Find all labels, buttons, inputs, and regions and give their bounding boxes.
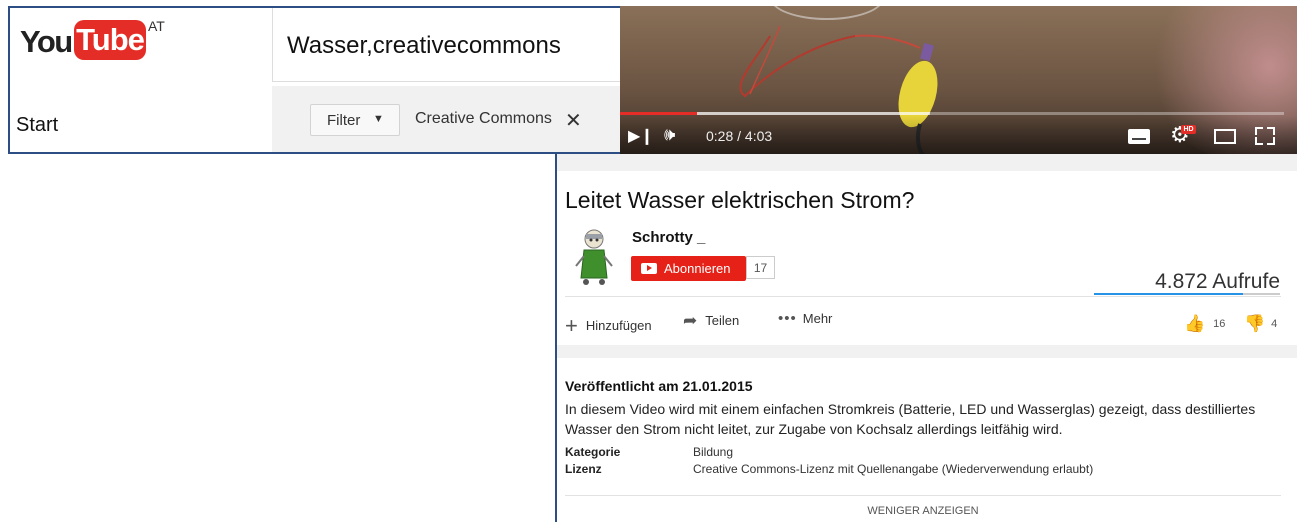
progress-played (620, 112, 697, 115)
published-date: Veröffentlicht am 21.01.2015 (565, 378, 753, 394)
dislike-button[interactable]: 👎 4 (1244, 312, 1278, 333)
channel-avatar[interactable] (572, 226, 618, 286)
theater-mode-icon[interactable] (1214, 129, 1236, 144)
filter-button[interactable]: Filter ▼ (310, 104, 400, 136)
time-display: 0:28 / 4:03 (706, 128, 773, 144)
share-label: Teilen (705, 313, 740, 328)
youtube-play-icon (641, 263, 657, 274)
plus-icon: + (565, 313, 578, 338)
subscriber-count: 17 (746, 256, 775, 279)
description-text: In diesem Video wird mit einem einfachen… (565, 401, 1256, 437)
sentiment-bar-likes (1094, 293, 1243, 295)
channel-name[interactable]: Schrotty _ (632, 229, 705, 246)
view-count: 4.872 Aufrufe (1155, 270, 1280, 293)
category-value[interactable]: Bildung (693, 445, 733, 459)
subscribe-button[interactable]: Abonnieren (631, 256, 746, 281)
search-query-text: Wasser,creativecommons (287, 32, 561, 59)
share-arrow-icon: ➦ (683, 311, 698, 330)
close-icon[interactable]: ✕ (565, 108, 582, 133)
subtitles-icon[interactable] (1128, 129, 1150, 144)
logo-tube-text: Tube (74, 20, 146, 60)
search-input[interactable]: Wasser,creativecommons (272, 8, 620, 82)
subscribe-label: Abonnieren (664, 261, 731, 276)
license-value[interactable]: Creative Commons-Lizenz mit Quellenangab… (693, 462, 1093, 476)
divider (565, 296, 1281, 297)
like-button[interactable]: 👍 16 (1184, 312, 1226, 333)
more-label: Mehr (802, 311, 833, 326)
caret-down-icon: ▼ (373, 113, 384, 125)
add-to-label: Hinzufügen (585, 318, 652, 333)
more-dots-icon: ••• (778, 310, 797, 327)
show-less-button[interactable]: WENIGER ANZEIGEN (565, 505, 1281, 517)
dislike-count: 4 (1271, 318, 1278, 330)
divider (565, 495, 1281, 496)
more-button[interactable]: ••• Mehr (778, 310, 832, 327)
fullscreen-icon[interactable] (1255, 127, 1275, 145)
next-icon[interactable]: ▶❙ (628, 126, 654, 146)
sidebar-item-start[interactable]: Start (16, 114, 58, 137)
add-to-button[interactable]: + Hinzufügen (565, 310, 652, 338)
category-label: Kategorie (565, 445, 621, 459)
hd-badge: HD (1181, 125, 1196, 134)
like-count: 16 (1213, 318, 1226, 330)
thumbs-down-icon: 👎 (1244, 314, 1266, 333)
license-label: Lizenz (565, 462, 602, 476)
thumbs-up-icon: 👍 (1184, 314, 1206, 333)
logo-you-text: You (20, 24, 73, 59)
volume-icon[interactable]: 🕪 (664, 124, 675, 145)
share-button[interactable]: ➦ Teilen (683, 310, 739, 330)
logo-country-code: AT (148, 18, 165, 34)
filter-chip-creative-commons: Creative Commons (415, 110, 552, 127)
video-title: Leitet Wasser elektrischen Strom? (565, 187, 915, 213)
filter-button-label: Filter (327, 112, 361, 129)
